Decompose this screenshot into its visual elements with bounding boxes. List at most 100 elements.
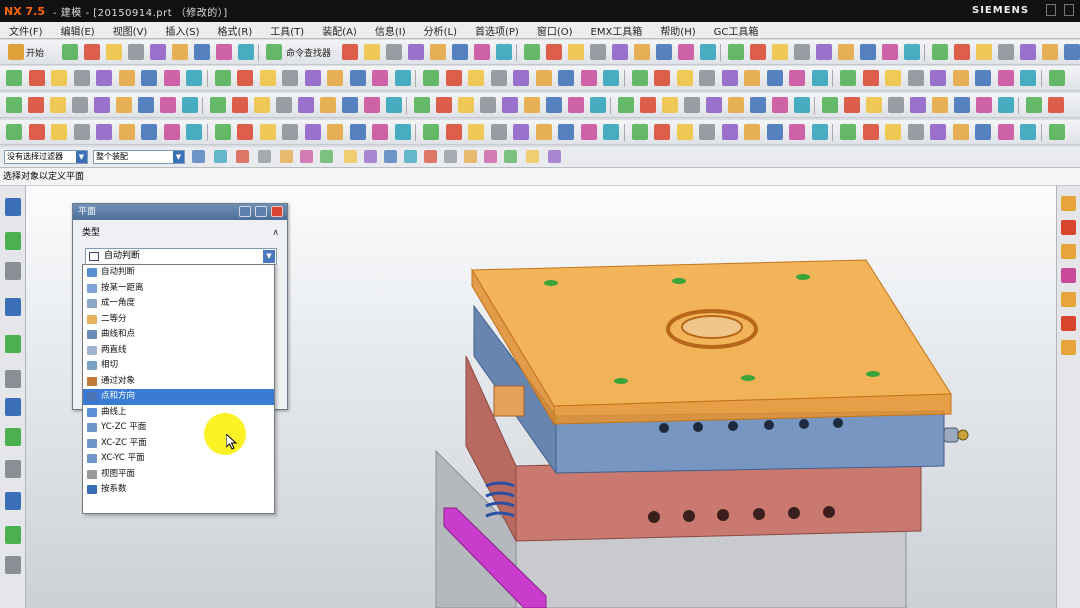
toolbar-button-icon[interactable] [976, 44, 992, 60]
menu-window[interactable]: 窗口(O) [528, 23, 582, 38]
toolbar-button-icon[interactable] [62, 44, 78, 60]
toolbar-button-icon[interactable] [51, 70, 67, 86]
start-icon[interactable] [8, 44, 24, 60]
toolbar-button-icon[interactable] [789, 70, 805, 86]
plane-type-option[interactable]: 自动判断 [83, 265, 274, 281]
snap-point-icon[interactable] [280, 150, 293, 163]
snap-point-icon[interactable] [424, 150, 437, 163]
resource-bar-tab-icon[interactable] [5, 460, 21, 478]
menu-edit[interactable]: 编辑(E) [52, 23, 104, 38]
toolbar-button-icon[interactable] [678, 44, 694, 60]
snap-point-icon[interactable] [192, 150, 205, 163]
toolbar-button-icon[interactable] [907, 124, 924, 140]
type-section-header[interactable]: 类型 ∧ [79, 226, 283, 240]
toolbar-button-icon[interactable] [772, 97, 788, 113]
toolbar-button-icon[interactable] [976, 97, 992, 113]
toolbar-button-icon[interactable] [364, 97, 380, 113]
mold-wizard-tool-icon[interactable] [1061, 220, 1076, 235]
snap-point-icon[interactable] [344, 150, 357, 163]
toolbar-button-icon[interactable] [612, 44, 628, 60]
toolbar-button-icon[interactable] [342, 97, 358, 113]
toolbar-button-icon[interactable] [372, 124, 388, 140]
snap-point-icon[interactable] [464, 150, 477, 163]
dialog-title-bar[interactable]: 平面 [73, 204, 287, 220]
mold-wizard-tool-icon[interactable] [1061, 268, 1076, 283]
toolbar-button-icon[interactable] [888, 97, 904, 113]
plane-type-option[interactable]: 点和方向 [83, 389, 274, 405]
toolbar-button-icon[interactable] [975, 124, 991, 140]
toolbar-button-icon[interactable] [794, 44, 810, 60]
menu-file[interactable]: 文件(F) [0, 23, 52, 38]
plane-type-option[interactable]: XC-YC 平面 [83, 451, 274, 467]
close-button[interactable] [1064, 4, 1074, 16]
toolbar-button-icon[interactable] [794, 97, 810, 113]
toolbar-button-icon[interactable] [1048, 124, 1065, 140]
toolbar-button-icon[interactable] [822, 97, 838, 113]
toolbar-button-icon[interactable] [513, 124, 529, 140]
toolbar-button-icon[interactable] [676, 70, 693, 86]
snap-point-icon[interactable] [258, 150, 271, 163]
toolbar-button-icon[interactable] [118, 70, 135, 86]
toolbar-button-icon[interactable] [590, 97, 606, 113]
toolbar-button-icon[interactable] [580, 70, 597, 86]
plane-type-option[interactable]: 视图平面 [83, 467, 274, 483]
plane-type-option[interactable]: 按某一距离 [83, 281, 274, 297]
toolbar-button-icon[interactable] [558, 124, 574, 140]
toolbar-button-icon[interactable] [386, 44, 402, 60]
plane-type-option[interactable]: 按系数 [83, 482, 274, 498]
toolbar-button-icon[interactable] [558, 70, 574, 86]
chevron-down-icon[interactable]: ▼ [173, 151, 184, 163]
toolbar-button-icon[interactable] [118, 124, 135, 140]
toolbar-button-icon[interactable] [640, 97, 656, 113]
toolbar-button-icon[interactable] [386, 97, 402, 113]
menu-gc-toolbox[interactable]: GC工具箱 [705, 23, 768, 38]
snap-point-icon[interactable] [214, 150, 227, 163]
toolbar-button-icon[interactable] [789, 124, 805, 140]
toolbar-button-icon[interactable] [73, 124, 90, 140]
toolbar-button-icon[interactable] [496, 44, 512, 60]
chevron-up-icon[interactable]: ∧ [272, 226, 279, 240]
resource-bar-tab-icon[interactable] [5, 198, 21, 216]
toolbar-button-icon[interactable] [513, 70, 529, 86]
toolbar-button-icon[interactable] [474, 44, 490, 60]
toolbar-button-icon[interactable] [676, 124, 693, 140]
resource-bar-tab-icon[interactable] [5, 398, 21, 416]
toolbar-button-icon[interactable] [160, 97, 176, 113]
toolbar-button-icon[interactable] [186, 124, 202, 140]
toolbar-button-icon[interactable] [954, 44, 970, 60]
toolbar-button-icon[interactable] [259, 70, 276, 86]
toolbar-button-icon[interactable] [141, 70, 157, 86]
toolbar-button-icon[interactable] [910, 97, 926, 113]
snap-point-icon[interactable] [384, 150, 397, 163]
resource-bar-tab-icon[interactable] [5, 556, 21, 574]
toolbar-button-icon[interactable] [480, 97, 496, 113]
toolbar-button-icon[interactable] [172, 44, 188, 60]
toolbar-button-icon[interactable] [6, 97, 22, 113]
toolbar-button-icon[interactable] [568, 44, 584, 60]
toolbar-button-icon[interactable] [882, 44, 898, 60]
resource-bar-tab-icon[interactable] [5, 370, 21, 388]
snap-point-icon[interactable] [404, 150, 417, 163]
plane-type-select[interactable]: 自动判断 ▼ [85, 248, 277, 265]
toolbar-button-icon[interactable] [1020, 44, 1036, 60]
toolbar-button-icon[interactable] [237, 124, 253, 140]
toolbar-button-icon[interactable] [468, 70, 484, 86]
minimize-icon[interactable] [255, 206, 267, 217]
mold-wizard-tool-icon[interactable] [1061, 244, 1076, 259]
toolbar-button-icon[interactable] [772, 44, 788, 60]
toolbar-button-icon[interactable] [237, 70, 253, 86]
toolbar-button-icon[interactable] [96, 124, 112, 140]
toolbar-button-icon[interactable] [349, 124, 366, 140]
toolbar-button-icon[interactable] [194, 44, 210, 60]
toolbar-button-icon[interactable] [6, 124, 22, 140]
toolbar-button-icon[interactable] [952, 124, 969, 140]
toolbar-button-icon[interactable] [885, 70, 901, 86]
toolbar-button-icon[interactable] [276, 97, 292, 113]
toolbar-button-icon[interactable] [546, 97, 562, 113]
snap-point-icon[interactable] [236, 150, 249, 163]
resource-bar-tab-icon[interactable] [5, 298, 21, 316]
toolbar-button-icon[interactable] [458, 97, 474, 113]
toolbar-button-icon[interactable] [84, 44, 100, 60]
toolbar-button-icon[interactable] [744, 70, 760, 86]
toolbar-button-icon[interactable] [699, 124, 715, 140]
